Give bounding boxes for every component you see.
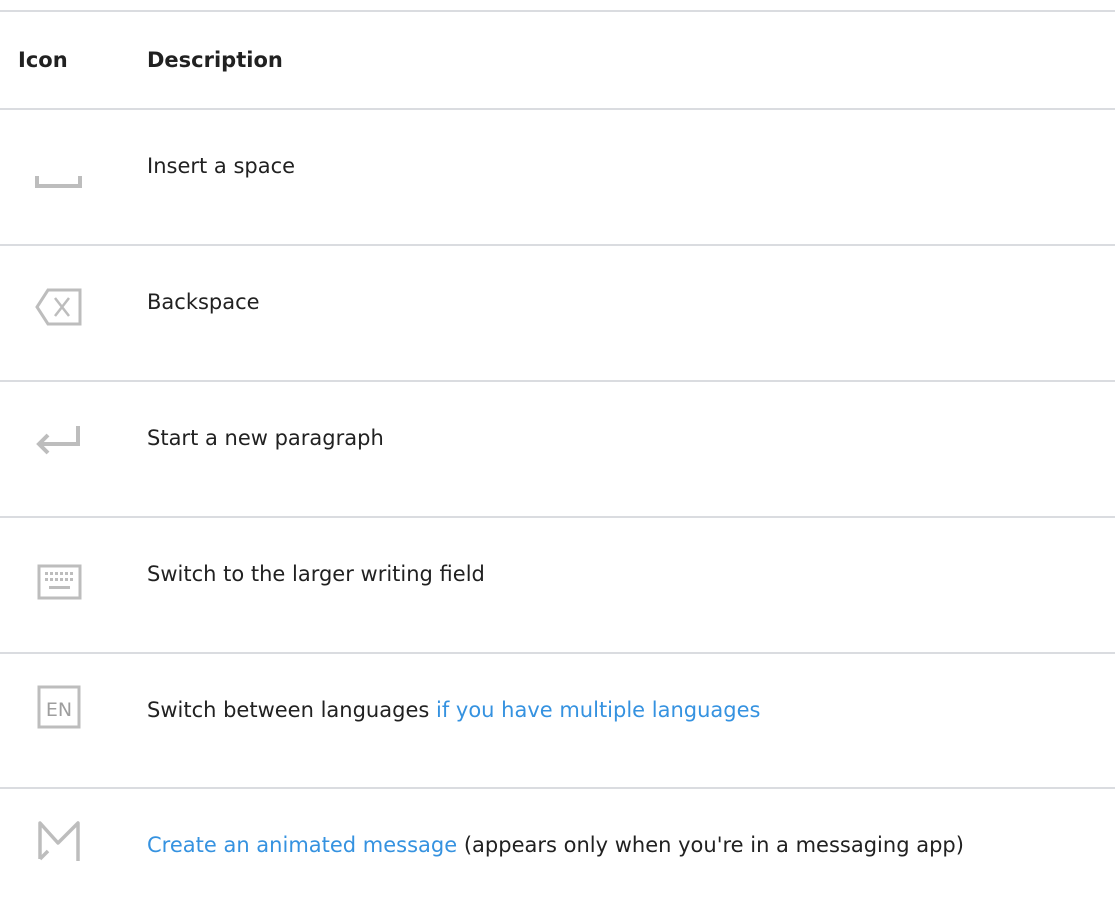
table-row: EN Switch between languages if you have …: [0, 654, 1115, 788]
table-row: Backspace: [0, 246, 1115, 380]
space-bar-icon: [34, 110, 94, 244]
animated-message-icon: [34, 789, 94, 923]
header-icon: Icon: [18, 48, 68, 72]
language-en-icon: EN: [34, 654, 94, 788]
row-description: Switch to the larger writing field: [147, 560, 485, 588]
multiple-languages-link[interactable]: if you have multiple languages: [436, 698, 761, 722]
description-text: Switch to the larger writing field: [147, 562, 485, 586]
row-description: Create an animated message (appears only…: [147, 831, 964, 859]
backspace-icon: [34, 246, 94, 380]
row-description: Backspace: [147, 288, 260, 316]
description-text: Insert a space: [147, 154, 296, 178]
description-text: (appears only when you're in a messaging…: [457, 833, 964, 857]
table-row: Start a new paragraph: [0, 382, 1115, 516]
table-row: Switch to the larger writing field: [0, 518, 1115, 652]
language-icon-label: EN: [46, 699, 72, 721]
enter-arrow-icon: [34, 382, 94, 516]
row-description: Insert a space: [147, 152, 295, 180]
table-row: Insert a space: [0, 110, 1115, 244]
description-text: Switch between languages: [147, 698, 436, 722]
table-header-row: Icon Description: [0, 12, 1115, 108]
keyboard-icon: [34, 518, 94, 652]
row-description: Switch between languages if you have mul…: [147, 696, 761, 724]
header-description: Description: [147, 48, 283, 72]
row-description: Start a new paragraph: [147, 424, 384, 452]
animated-message-link[interactable]: Create an animated message: [147, 833, 457, 857]
description-text: Backspace: [147, 290, 260, 314]
description-text: Start a new paragraph: [147, 426, 384, 450]
table-row: Create an animated message (appears only…: [0, 789, 1115, 923]
